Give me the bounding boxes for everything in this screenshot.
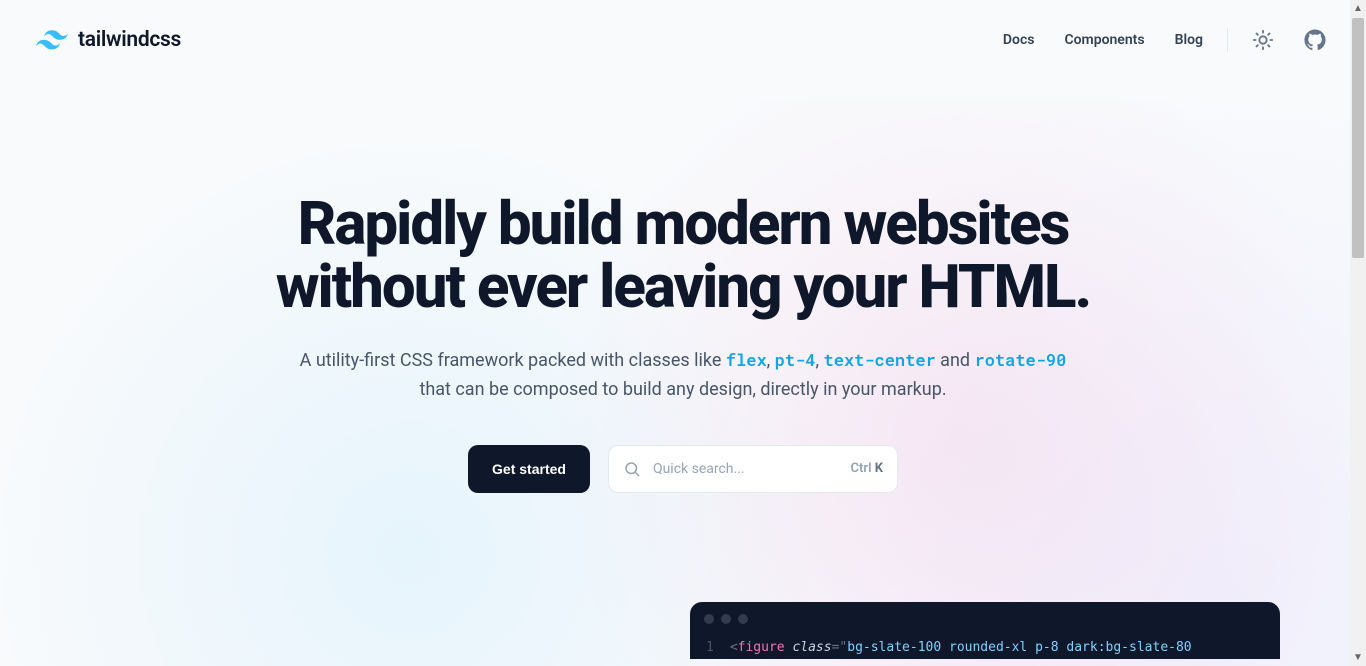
tailwind-logo-icon: [36, 30, 68, 50]
github-link[interactable]: [1304, 29, 1326, 51]
scrollbar-thumb[interactable]: [1352, 18, 1364, 258]
scroll-up-arrow-icon[interactable]: ▲: [1350, 0, 1366, 17]
code-chip-textcenter: text-center: [824, 348, 936, 371]
code-string: bg-slate-100 rounded-xl p-8 dark:bg-slat…: [847, 640, 1191, 655]
logo-link[interactable]: tailwindcss: [36, 28, 181, 52]
nav-divider: [1227, 28, 1228, 52]
code-content: <figure class="bg-slate-100 rounded-xl p…: [730, 640, 1192, 655]
search-icon: [623, 460, 641, 478]
kbd-key: K: [875, 461, 883, 476]
hero-section: Rapidly build modern websites without ev…: [0, 52, 1366, 493]
logo-text: tailwindcss: [78, 28, 181, 52]
nav-components[interactable]: Components: [1064, 32, 1144, 48]
code-editor-preview: 1 <figure class="bg-slate-100 rounded-xl…: [690, 602, 1280, 659]
quick-search-button[interactable]: Quick search... Ctrl K: [608, 445, 898, 493]
nav-docs[interactable]: Docs: [1003, 32, 1035, 48]
main-nav: Docs Components Blog: [1003, 28, 1326, 52]
kbd-mod: Ctrl: [851, 461, 875, 476]
hero-subtext: A utility-first CSS framework packed wit…: [293, 346, 1073, 405]
page-scrollbar[interactable]: ▲ ▼: [1350, 0, 1366, 666]
window-dot-icon: [704, 614, 714, 624]
headline-line-1: Rapidly build modern websites: [298, 188, 1069, 259]
editor-window-controls: [690, 602, 1280, 634]
window-dot-icon: [738, 614, 748, 624]
cta-row: Get started Quick search... Ctrl K: [0, 445, 1366, 493]
subtext-post: that can be composed to build any design…: [419, 379, 946, 400]
site-header: tailwindcss Docs Components Blog: [0, 0, 1366, 52]
subtext-pre: A utility-first CSS framework packed wit…: [300, 350, 726, 371]
sun-icon: [1252, 29, 1274, 51]
sep: ,: [815, 350, 823, 371]
theme-toggle-button[interactable]: [1252, 29, 1274, 51]
search-shortcut: Ctrl K: [851, 461, 883, 476]
hero-headline: Rapidly build modern websites without ev…: [0, 192, 1366, 318]
sep: ,: [767, 350, 775, 371]
code-chip-flex: flex: [726, 348, 767, 371]
code-attr: class: [792, 640, 831, 655]
sep: and: [936, 350, 975, 371]
window-dot-icon: [721, 614, 731, 624]
code-tag: figure: [738, 640, 785, 655]
line-number: 1: [706, 640, 714, 655]
scroll-down-arrow-icon[interactable]: ▼: [1350, 649, 1366, 666]
search-placeholder: Quick search...: [653, 461, 839, 477]
headline-line-2: without ever leaving your HTML.: [276, 251, 1091, 322]
code-chip-pt4: pt-4: [775, 348, 816, 371]
editor-line: 1 <figure class="bg-slate-100 rounded-xl…: [690, 634, 1280, 659]
nav-blog[interactable]: Blog: [1175, 32, 1203, 48]
get-started-button[interactable]: Get started: [468, 445, 590, 493]
code-chip-rotate90: rotate-90: [975, 348, 1067, 371]
github-icon: [1304, 29, 1326, 51]
